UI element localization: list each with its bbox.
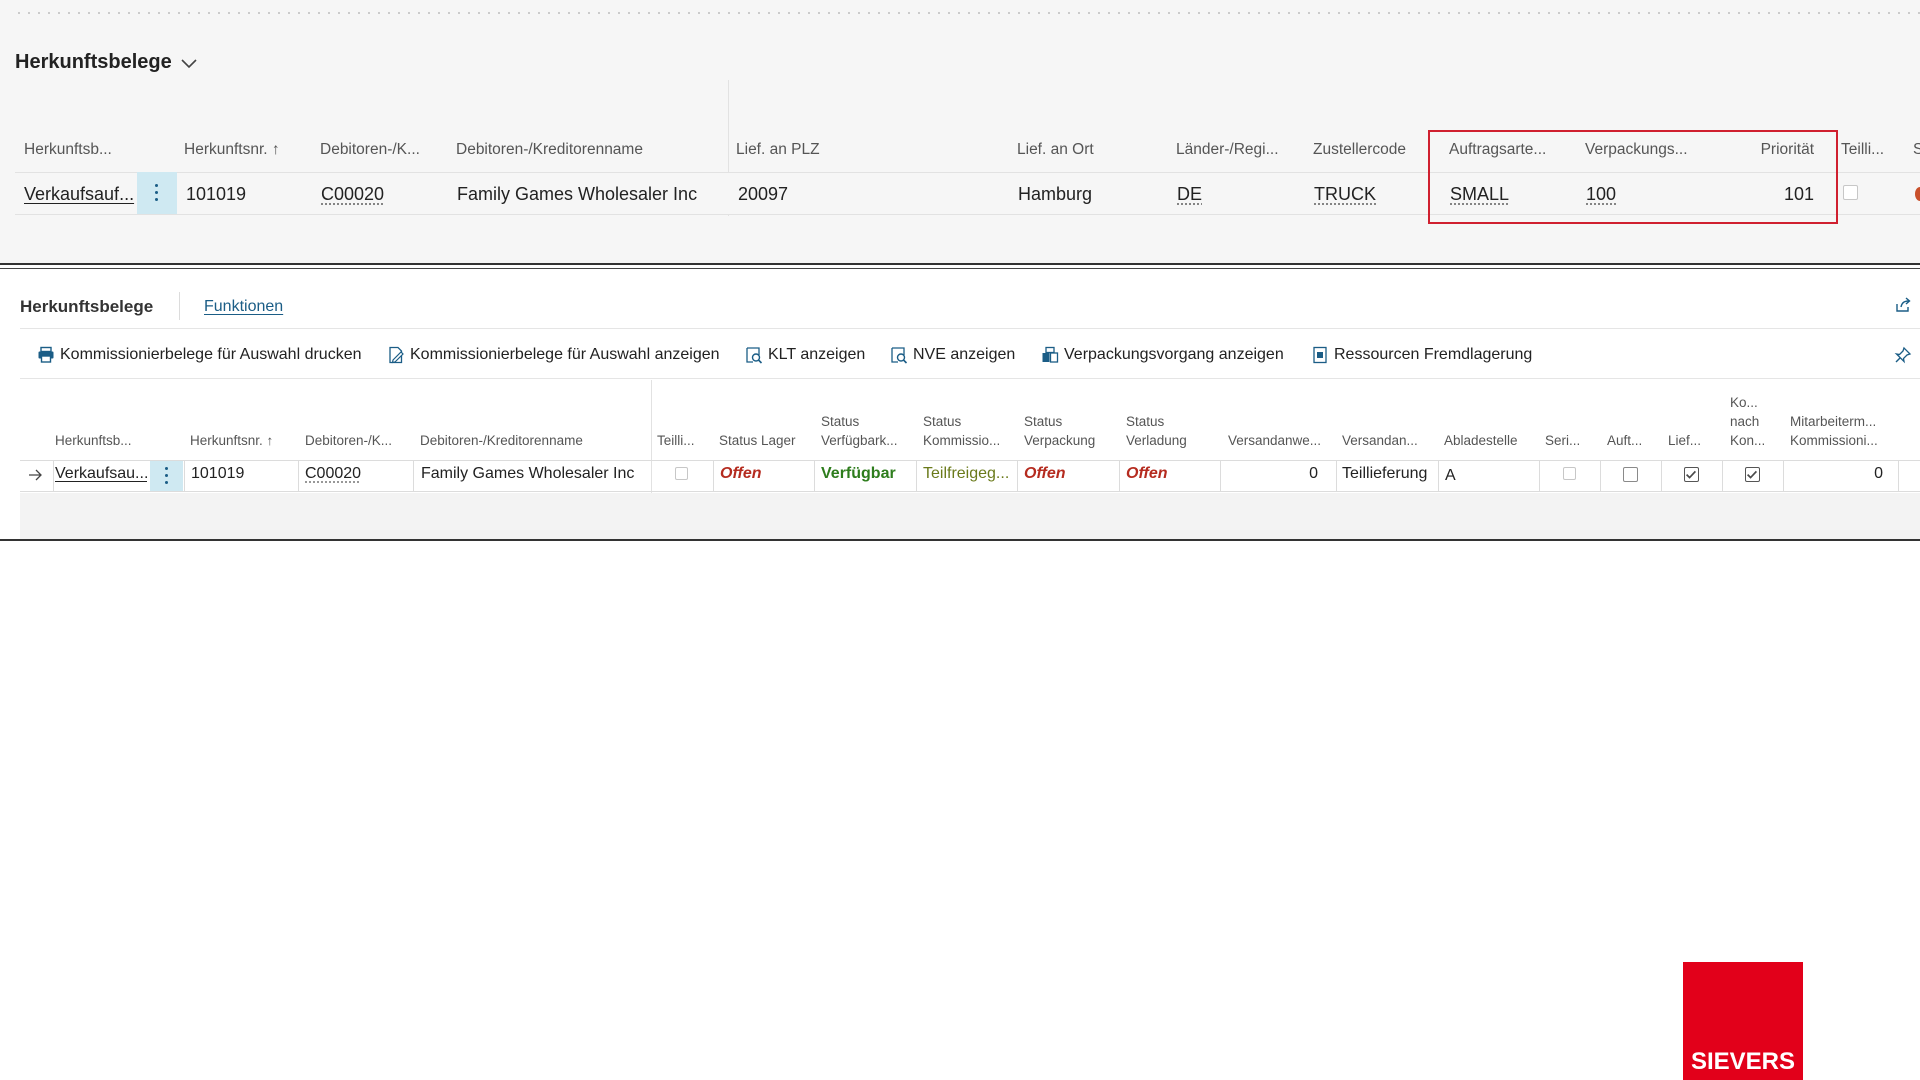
empty-row-area: [20, 493, 1920, 539]
status-verladung-value: Offen: [1126, 465, 1168, 482]
lief-plz-value: 20097: [738, 184, 789, 204]
section-title: Herkunftsbelege: [15, 51, 172, 73]
cell-border: [1722, 460, 1723, 492]
teillieferung-checkbox[interactable]: [1843, 185, 1858, 200]
column-header-herkunftsbeleg[interactable]: Herkunftsb...: [24, 141, 149, 159]
laender-region-link[interactable]: DE: [1177, 184, 1297, 205]
status-lager-value: Offen: [720, 465, 762, 482]
herkunftsnr-value: 101019: [186, 184, 247, 204]
highlight-annotation: [1428, 130, 1838, 224]
auftrag-checkbox[interactable]: [1623, 467, 1638, 482]
mitarbeiter-kommissionierung-value: 0: [1874, 465, 1883, 482]
teillieferung-checkbox[interactable]: [675, 467, 688, 480]
column-header-debitor-name[interactable]: Debitoren-/Kreditorenname: [456, 141, 716, 159]
debitor-nr-link[interactable]: C00020: [305, 465, 405, 483]
cell-border: [1438, 460, 1439, 492]
cell-border: [1017, 460, 1018, 492]
lief-ort-value: Hamburg: [1018, 184, 1093, 204]
status-verpackung-value: Offen: [1024, 465, 1066, 482]
row-menu-button[interactable]: [150, 461, 183, 491]
row-menu-button[interactable]: [137, 172, 177, 214]
status-verfuegbarkeit-value: Verfügbar: [821, 465, 896, 482]
cell-border: [1220, 460, 1221, 492]
herkunftsbeleg-link[interactable]: Verkaufsau...: [55, 465, 147, 483]
more-vertical-icon: [155, 184, 159, 202]
chevron-down-icon[interactable]: [180, 54, 198, 72]
pane-divider-line: [0, 268, 1920, 269]
cell-border: [814, 460, 815, 492]
herkunftsbeleg-link[interactable]: Verkaufsauf...: [24, 184, 136, 205]
versandanweisung-value: 0: [1309, 465, 1318, 482]
cell-border: [184, 460, 185, 492]
cell-border: [1539, 460, 1540, 492]
versandart-value: Teillieferung: [1342, 465, 1428, 482]
more-vertical-icon: [164, 467, 169, 485]
logo-text: SIEVERS: [1690, 1048, 1796, 1075]
pane-bottom-border: [0, 539, 1920, 541]
cell-border: [916, 460, 917, 492]
arrow-right-icon: [29, 469, 42, 481]
cell-border: [413, 460, 414, 492]
status-indicator: [1915, 187, 1920, 201]
column-header-zustellercode[interactable]: Zustellercode: [1313, 141, 1438, 159]
cell-border: [1600, 460, 1601, 492]
pane-divider: [0, 263, 1920, 265]
debitor-nr-link[interactable]: C00020: [321, 184, 441, 205]
herkunftsnr-value: 101019: [191, 465, 245, 482]
abladestelle-input[interactable]: A: [1445, 467, 1535, 485]
cell-border: [1336, 460, 1337, 492]
column-header-laender-region[interactable]: Länder-/Regi...: [1176, 141, 1301, 159]
top-pane: Herkunftsbelege Herkunftsb... Herkunftsn…: [0, 0, 1920, 265]
column-header-s[interactable]: S: [1913, 141, 1920, 159]
cell-border: [1898, 460, 1899, 492]
cell-border: [1661, 460, 1662, 492]
column-header-lief-ort[interactable]: Lief. an Ort: [1017, 141, 1177, 159]
serie-checkbox[interactable]: [1563, 467, 1576, 480]
cell-border: [53, 460, 54, 492]
cell-border: [1119, 460, 1120, 492]
status-kommissionierung-value: Teilfreigeg...: [923, 465, 1010, 482]
column-header-teillieferung[interactable]: Teilli...: [1841, 141, 1891, 159]
cell-border: [1783, 460, 1784, 492]
ko-nach-kon-checkbox[interactable]: [1745, 467, 1760, 482]
cell-border: [298, 460, 299, 492]
column-header-debitor-nr[interactable]: Debitoren-/K...: [320, 141, 445, 159]
lieferung-checkbox[interactable]: [1684, 467, 1699, 482]
debitor-name-value: Family Games Wholesaler Inc: [421, 465, 635, 482]
zustellercode-link[interactable]: TRUCK: [1314, 184, 1434, 205]
column-header-herkunftsnr[interactable]: Herkunftsnr. ↑: [184, 141, 309, 159]
column-header-lief-plz[interactable]: Lief. an PLZ: [736, 141, 936, 159]
drag-handle[interactable]: [14, 12, 1920, 14]
cell-border: [713, 460, 714, 492]
debitor-name-value: Family Games Wholesaler Inc: [457, 184, 698, 204]
bottom-grid: [0, 270, 1920, 540]
sievers-logo: SIEVERS: [1683, 962, 1803, 1080]
